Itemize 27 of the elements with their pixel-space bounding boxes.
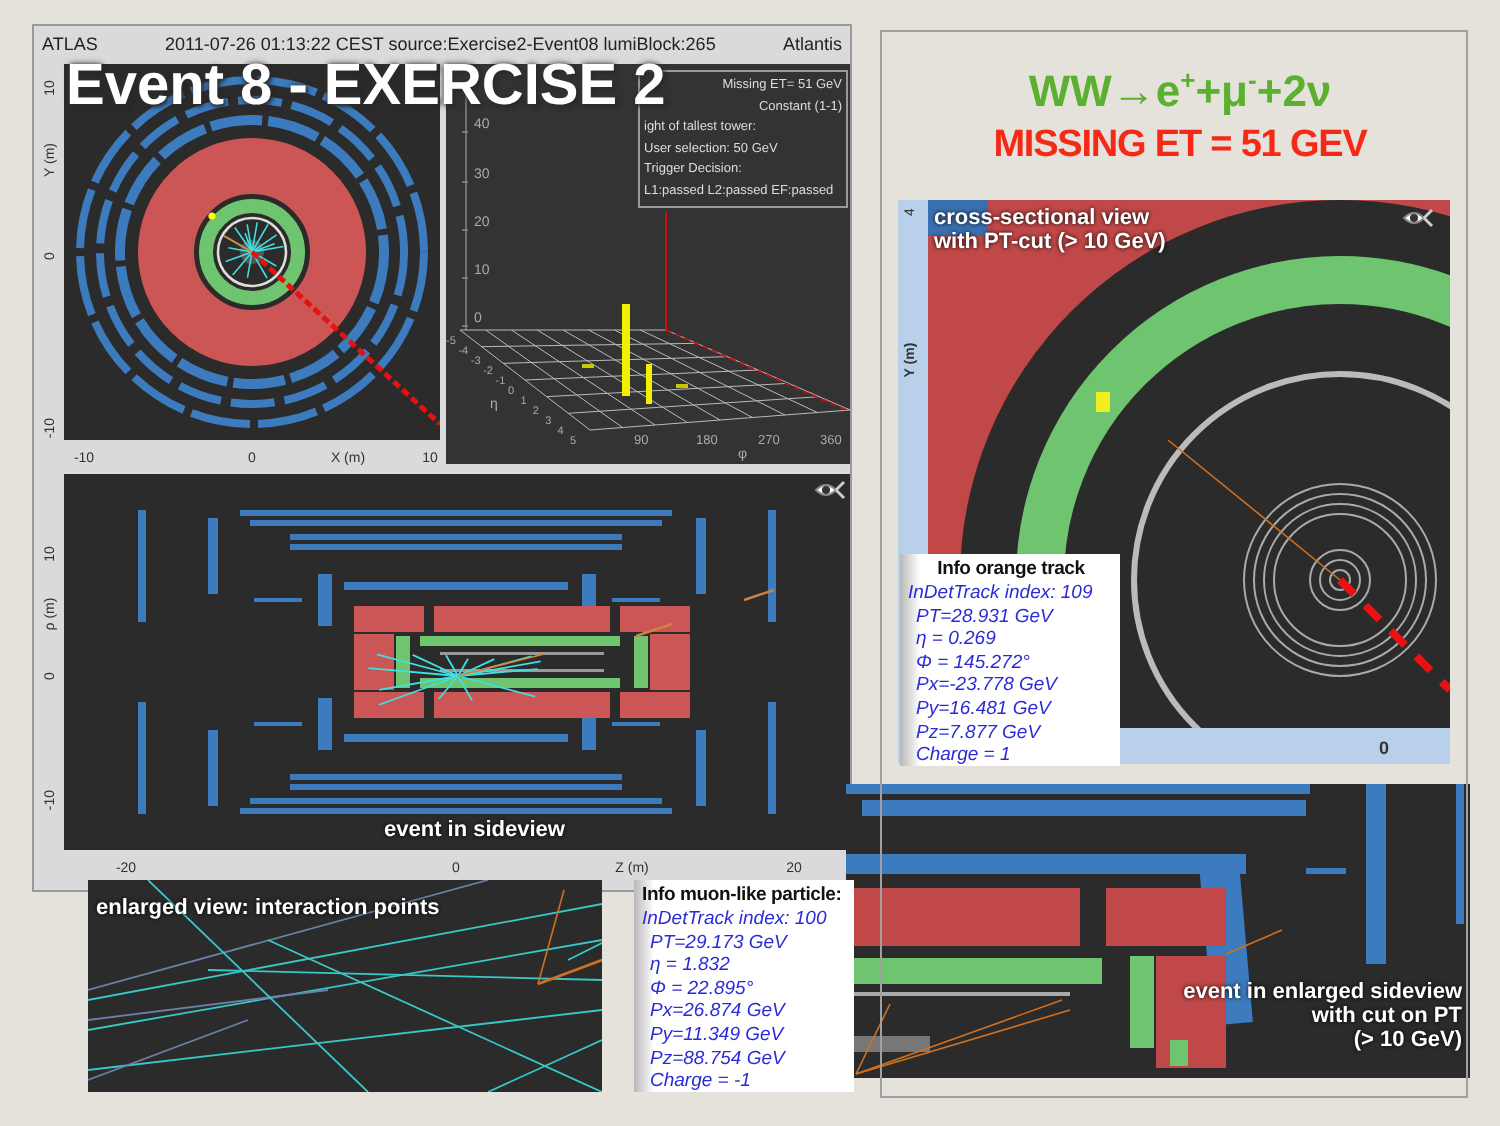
eye-icon[interactable] (814, 480, 846, 500)
info-text: η = 1.832 (648, 954, 732, 978)
info-text: Φ = 22.895° (648, 977, 756, 1001)
info-title: Info muon-like particle: (642, 884, 844, 908)
info-text: Py=11.349 GeV (648, 1023, 787, 1048)
panel-caption: event in sideview (384, 818, 565, 842)
info-text: Py=16.481 GeV (914, 697, 1054, 722)
info-text: PT=28.931 GeV (914, 605, 1056, 629)
info-text: PT=29.173 GeV (648, 931, 790, 955)
info-text: Pz=7.877 GeV (914, 721, 1044, 745)
info-text: Charge = -1 (648, 1070, 753, 1094)
event-info: 2011-07-26 01:13:22 CEST source:Exercise2-Event08 lumiBlock:265 (165, 34, 716, 54)
eye-icon[interactable] (1402, 208, 1434, 228)
process-label: WW→e$^{+}$+μ$^{-}$+2ν (1026, 66, 1334, 119)
experiment-label: ATLAS (42, 34, 98, 54)
info-text: Px=26.874 GeV (648, 1000, 788, 1024)
info-text: InDetTrack index: 100 (642, 908, 829, 932)
info-title: Info orange track (935, 558, 1087, 582)
info-text: Px=-23.778 GeV (914, 674, 1060, 698)
info-text: Charge = 1 (914, 744, 1013, 768)
axis-tick-label: 0 (1379, 738, 1389, 758)
info-text: Pz=88.754 GeV (648, 1047, 788, 1071)
info-text: Φ = 145.272° (914, 651, 1032, 675)
software-label: Atlantis (782, 34, 842, 54)
info-text: η = 0.269 (914, 628, 998, 652)
missing-et-label: MISSING ET = 51 GEV (991, 124, 1370, 168)
info-text: InDetTrack index: 109 (908, 582, 1095, 606)
